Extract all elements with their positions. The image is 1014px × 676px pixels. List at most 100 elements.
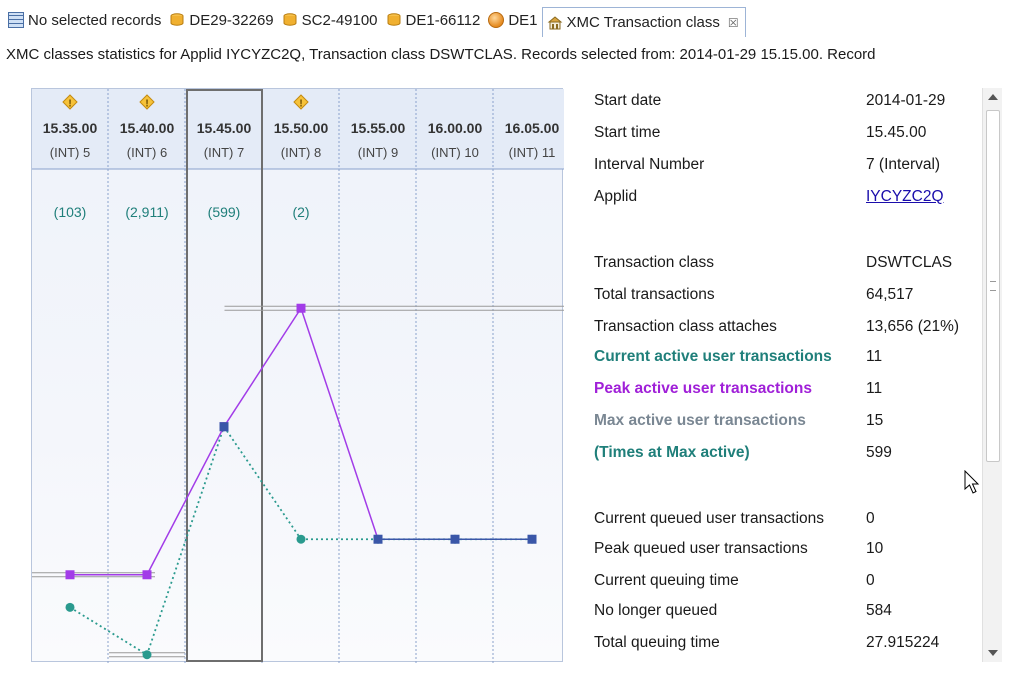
detail-value: 15.45.00 [866, 124, 927, 141]
tab-sc2-49100[interactable]: SC2-49100 [278, 7, 382, 33]
detail-label: Current queued user transactions [594, 510, 825, 527]
interval-number-label: (INT) 8 [281, 145, 321, 160]
detail-label: (Times at Max active) [594, 444, 750, 461]
details-scrollbar[interactable] [982, 88, 1002, 662]
tab-label: XMC Transaction class [566, 14, 720, 31]
interval-chart[interactable]: ! 15.35.00 (INT) 5 (103)! 15.40.00 (INT) 6 (2,… [31, 88, 564, 663]
interval-time-label: 16.05.00 [505, 120, 560, 136]
peak-active-line [146, 426, 225, 576]
peak-active-point[interactable] [142, 570, 152, 580]
tab-xmc-transaction-class[interactable]: XMC Transaction class ☒ [541, 7, 746, 37]
editor-tab-bar: No selected records DE29-32269 SC2-49100… [0, 0, 1014, 40]
tab-de1[interactable]: DE1 [484, 7, 541, 33]
detail-value: 27.915224 [866, 634, 940, 651]
interval-chart-svg[interactable]: ! 15.35.00 (INT) 5 (103)! 15.40.00 (INT) 6 (2,… [32, 89, 564, 663]
detail-label: No longer queued [594, 602, 718, 619]
tab-de1-66112[interactable]: DE1-66112 [382, 7, 485, 33]
statistics-description: XMC classes statistics for Applid IYCYZC… [6, 46, 876, 63]
tab-de29-32269[interactable]: DE29-32269 [165, 7, 277, 33]
detail-row: Current queuing time 0 [594, 572, 982, 594]
interval-time-label: 15.35.00 [43, 120, 98, 136]
database-icon [282, 12, 298, 28]
database-icon [169, 12, 185, 28]
detail-row: Total transactions 64,517 [594, 286, 982, 308]
scroll-down-icon[interactable] [988, 650, 998, 656]
detail-row: Transaction class DSWTCLAS [594, 254, 982, 276]
interval-count-label: (2,911) [125, 204, 168, 220]
interval-number-label: (INT) 7 [204, 145, 244, 160]
interval-number-label: (INT) 11 [509, 145, 556, 160]
current-active-point[interactable] [142, 650, 152, 660]
interval-time-label: 15.40.00 [120, 120, 175, 136]
detail-row: Total queuing time 27.915224 [594, 634, 982, 656]
interval-time-label: 15.55.00 [351, 120, 406, 136]
interval-time-label: 16.00.00 [428, 120, 483, 136]
grip-icon [990, 281, 996, 291]
detail-label: Max active user transactions [594, 412, 806, 429]
interval-count-label: (103) [54, 204, 87, 220]
tab-label: No selected records [28, 11, 162, 29]
sphere-icon [488, 12, 505, 28]
detail-label: Current queuing time [594, 572, 739, 589]
combined-active-point[interactable] [373, 534, 383, 544]
interval-time-label: 15.45.00 [197, 120, 252, 136]
grid-icon [8, 12, 24, 28]
scroll-up-icon[interactable] [988, 94, 998, 100]
details-panel: Start date 2014-01-29 Start time 15.45.00 In… [584, 88, 982, 662]
detail-value: 13,656 (21%) [866, 318, 960, 335]
detail-row: Peak active user transactions 11 [594, 380, 982, 402]
svg-text:!: ! [299, 99, 302, 110]
detail-value: 15 [866, 412, 884, 429]
detail-row: (Times at Max active) 599 [594, 444, 982, 466]
detail-label: Applid [594, 188, 638, 205]
detail-value: 2014-01-29 [866, 92, 946, 109]
detail-value: 599 [866, 444, 892, 461]
svg-text:!: ! [68, 99, 71, 110]
interval-number-label: (INT) 6 [127, 145, 167, 160]
detail-label: Total transactions [594, 286, 715, 303]
detail-label: Peak queued user transactions [594, 540, 808, 557]
detail-label: Start date [594, 92, 662, 109]
detail-row: Current active user transactions 11 [594, 348, 982, 370]
interval-number-label: (INT) 10 [431, 145, 479, 160]
detail-row: Interval Number 7 (Interval) [594, 156, 982, 178]
detail-value: 10 [866, 540, 884, 557]
detail-row: Applid IYCYZC2Q [594, 188, 982, 210]
detail-label: Peak active user transactions [594, 380, 812, 397]
interval-time-label: 15.50.00 [274, 120, 329, 136]
current-active-line [146, 426, 225, 656]
tab-label: DE1-66112 [405, 11, 481, 29]
applid-link[interactable]: IYCYZC2Q [866, 188, 944, 206]
mouse-pointer-icon [964, 469, 982, 499]
detail-value: 584 [866, 602, 892, 619]
current-active-point[interactable] [296, 534, 306, 544]
detail-row: Start time 15.45.00 [594, 124, 982, 146]
detail-label: Transaction class attaches [594, 318, 777, 335]
transaction-icon [547, 15, 563, 31]
detail-row: Transaction class attaches 13,656 (21%) [594, 318, 982, 340]
tab-label: SC2-49100 [301, 11, 378, 29]
scroll-thumb[interactable] [986, 110, 1000, 462]
detail-label: Start time [594, 124, 661, 141]
tab-label: DE29-32269 [189, 11, 274, 29]
detail-value: 0 [866, 572, 875, 589]
interval-number-label: (INT) 9 [358, 145, 398, 160]
interval-count-label: (599) [208, 204, 241, 220]
tab-label: DE1 [508, 11, 538, 29]
combined-active-point[interactable] [219, 422, 229, 432]
interval-number-label: (INT) 5 [50, 145, 90, 160]
close-tab-icon[interactable]: ☒ [728, 16, 739, 30]
detail-row: Peak queued user transactions 10 [594, 540, 982, 562]
tab-no-selected-records[interactable]: No selected records [4, 7, 165, 33]
detail-label: Interval Number [594, 156, 705, 173]
detail-row: No longer queued 584 [594, 602, 982, 624]
selected-interval-frame[interactable] [186, 89, 263, 662]
current-active-point[interactable] [65, 602, 75, 612]
interval-count-label: (2) [292, 204, 309, 220]
detail-value: DSWTCLAS [866, 254, 953, 271]
combined-active-point[interactable] [527, 534, 537, 544]
combined-active-point[interactable] [450, 534, 460, 544]
peak-active-point[interactable] [65, 570, 75, 580]
detail-value: 11 [866, 380, 883, 397]
detail-label: Total queuing time [594, 634, 720, 651]
